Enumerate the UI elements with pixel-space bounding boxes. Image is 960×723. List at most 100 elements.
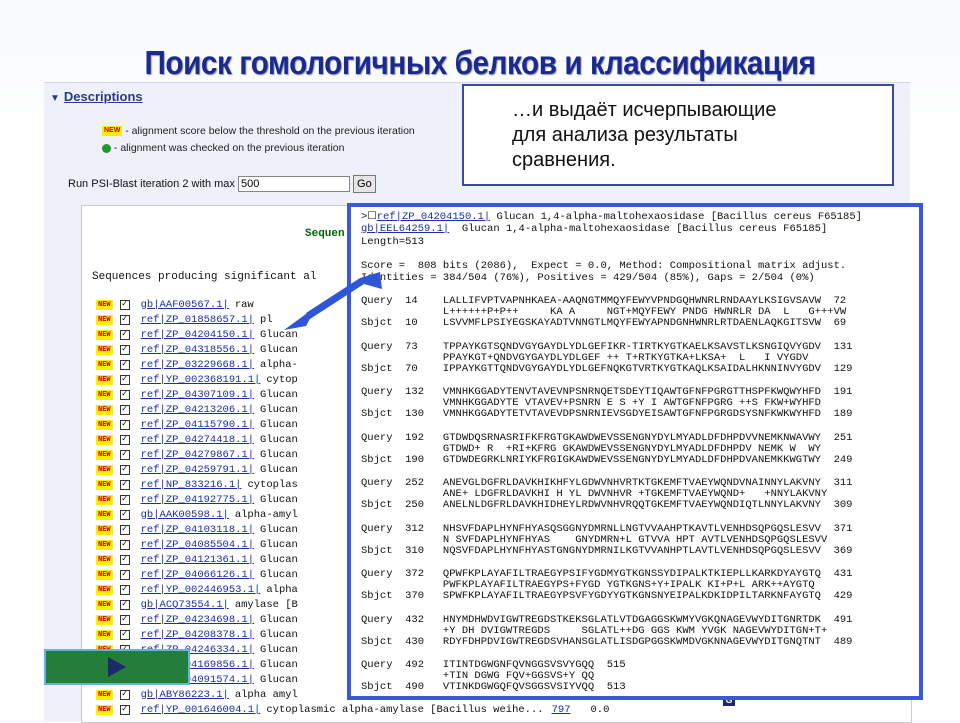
hit-checkbox[interactable]: ✓ [119, 419, 130, 430]
legend-checked-text: - alignment was checked on the previous … [113, 142, 345, 154]
hit-description: Glucan [260, 463, 298, 476]
hit-accession-link[interactable]: ref|YP_002446953.1| [141, 584, 261, 596]
hit-checkbox[interactable]: ✓ [119, 554, 130, 565]
descriptions-link[interactable]: Descriptions [64, 89, 143, 104]
hit-checkbox[interactable]: ✓ [119, 299, 130, 310]
new-badge-icon: NEW [96, 464, 113, 475]
hit-accession-link[interactable]: ref|ZP_04234698.1| [141, 614, 254, 626]
callout-line: для анализа результаты [512, 124, 738, 146]
callout-box: …и выдаёт исчерпывающие для анализа резу… [462, 84, 894, 186]
hit-description: cytop [266, 373, 298, 386]
hit-description: alpha-amyl [234, 508, 298, 521]
hit-checkbox[interactable]: ✓ [119, 614, 130, 625]
hit-accession-link[interactable]: ref|ZP_04259791.1| [141, 464, 254, 476]
hit-accession-link[interactable]: ref|ZP_04121361.1| [141, 554, 254, 566]
hit-accession-link[interactable]: ref|ZP_04307109.1| [141, 389, 254, 401]
hit-description: raw [234, 298, 254, 311]
sequences-heading: Sequen [305, 228, 345, 240]
hit-checkbox[interactable]: ✓ [119, 329, 130, 340]
hit-description: Glucan [260, 523, 298, 536]
alignment-gb-link[interactable]: gb|EEL64259.1| [361, 223, 449, 235]
hit-checkbox[interactable]: ✓ [119, 464, 130, 475]
hit-description: Glucan [260, 388, 298, 401]
hit-accession-link[interactable]: ref|ZP_03229668.1| [141, 359, 254, 371]
alignment-accession-link[interactable]: ref|ZP_04204150.1| [377, 211, 490, 223]
hit-description: Glucan [260, 643, 298, 656]
hit-accession-link[interactable]: ref|ZP_04274418.1| [141, 434, 254, 446]
hit-checkbox[interactable]: ✓ [119, 344, 130, 355]
alignment-gb-description: Glucan 1,4-alpha-maltohexaosidase [Bacil… [461, 223, 828, 235]
alignment-score-line: Score = 808 bits (2086), Expect = 0.0, M… [361, 260, 847, 272]
hit-checkbox[interactable]: ✓ [119, 449, 130, 460]
new-badge-icon: NEW [102, 126, 123, 137]
new-badge-icon: NEW [96, 419, 113, 430]
hit-accession-link[interactable]: ref|NP_833216.1| [141, 479, 242, 491]
new-badge-icon: NEW [96, 599, 113, 610]
hit-description: Glucan [260, 538, 298, 551]
new-badge-icon: NEW [96, 479, 113, 490]
hit-description: Glucan [260, 418, 298, 431]
hit-accession-link[interactable]: ref|ZP_04192775.1| [141, 494, 254, 506]
hit-checkbox[interactable]: ✓ [119, 434, 130, 445]
hit-accession-link[interactable]: gb|AAF00567.1| [141, 299, 229, 311]
sequences-producing-text: Sequences producing significant al [92, 271, 317, 283]
hit-accession-link[interactable]: gb|ABY86223.1| [141, 689, 229, 701]
hit-score-link[interactable]: 797 [552, 704, 571, 716]
hit-accession-link[interactable]: ref|ZP_04115790.1| [141, 419, 254, 431]
hit-checkbox[interactable]: ✓ [119, 359, 130, 370]
legend-new-text: - alignment score below the threshold on… [125, 125, 415, 137]
hit-accession-link[interactable]: ref|YP_002368191.1| [141, 374, 261, 386]
hit-accession-link[interactable]: gb|ACQ73554.1| [141, 599, 229, 611]
go-button[interactable]: Go [353, 175, 376, 193]
hit-row: NEW ✓ ref|YP_001646004.1| cytoplasmic alpha… [96, 702, 609, 717]
hit-accession-link[interactable]: ref|ZP_04213206.1| [141, 404, 254, 416]
new-badge-icon: NEW [96, 434, 113, 445]
subject-line: Sbjct 370 SPWFKPLAYAFILTRAEGYPSVFYGDYYGT… [361, 590, 853, 602]
new-badge-icon: NEW [96, 614, 113, 625]
hit-description: Glucan [260, 343, 298, 356]
hit-accession-link[interactable]: ref|ZP_04208378.1| [141, 629, 254, 641]
hit-accession-link[interactable]: ref|ZP_04103118.1| [141, 524, 254, 536]
hit-description: Glucan [260, 448, 298, 461]
hit-checkbox[interactable]: ✓ [119, 689, 130, 700]
new-badge-icon: NEW [96, 344, 113, 355]
checkbox-icon[interactable]: ☐ [367, 211, 376, 223]
psi-blast-max-input[interactable] [237, 176, 350, 192]
hit-checkbox[interactable]: ✓ [119, 314, 130, 325]
subject-line: Sbjct 250 ANELNLDGFRLDAVKHIDHEYLRDWVNHVR… [361, 499, 853, 511]
hit-accession-link[interactable]: ref|ZP_04279867.1| [141, 449, 254, 461]
expand-arrow-icon[interactable]: ▼ [50, 93, 60, 104]
hit-accession-link[interactable]: ref|ZP_04204150.1| [141, 329, 254, 341]
hit-checkbox[interactable]: ✓ [119, 374, 130, 385]
alignment-identities-line: Identities = 384/504 (76%), Positives = … [361, 272, 815, 284]
hit-description: pl [260, 313, 273, 326]
hit-checkbox[interactable]: ✓ [119, 494, 130, 505]
hit-accession-link[interactable]: gb|AAK00598.1| [141, 509, 229, 521]
hit-checkbox[interactable]: ✓ [119, 599, 130, 610]
hit-checkbox[interactable]: ✓ [119, 389, 130, 400]
hit-evalue: 0.0 [590, 703, 610, 716]
subject-line: Sbjct 70 IPPAYKGTTQNDVGYGAYDLYDLGEFNQKGT… [361, 362, 853, 375]
next-slide-button[interactable] [44, 649, 190, 685]
hit-accession-link[interactable]: ref|ZP_01858657.1| [141, 314, 254, 326]
hit-accession-link[interactable]: ref|YP_001646004.1| [141, 704, 261, 716]
hit-checkbox[interactable]: ✓ [119, 584, 130, 595]
hit-accession-link[interactable]: ref|ZP_04085504.1| [141, 539, 254, 551]
hit-accession-link[interactable]: ref|ZP_04066126.1| [141, 569, 254, 581]
hit-checkbox[interactable]: ✓ [119, 524, 130, 535]
descriptions-section-header[interactable]: ▼ Descriptions [50, 89, 143, 104]
hit-description: alpha amyl [234, 688, 298, 701]
new-badge-icon: NEW [96, 539, 113, 550]
hit-checkbox[interactable]: ✓ [119, 569, 130, 580]
hit-checkbox[interactable]: ✓ [119, 479, 130, 490]
hit-description: Glucan [260, 433, 298, 446]
hit-description: Glucan [260, 613, 298, 626]
new-badge-icon: NEW [96, 509, 113, 520]
hit-checkbox[interactable]: ✓ [119, 704, 130, 715]
hit-checkbox[interactable]: ✓ [119, 509, 130, 520]
hit-checkbox[interactable]: ✓ [119, 404, 130, 415]
hit-checkbox[interactable]: ✓ [119, 539, 130, 550]
hit-accession-link[interactable]: ref|ZP_04318556.1| [141, 344, 254, 356]
hit-checkbox[interactable]: ✓ [119, 629, 130, 640]
alignment-gb-line: gb|EEL64259.1| Glucan 1,4-alpha-maltohex… [361, 223, 827, 235]
